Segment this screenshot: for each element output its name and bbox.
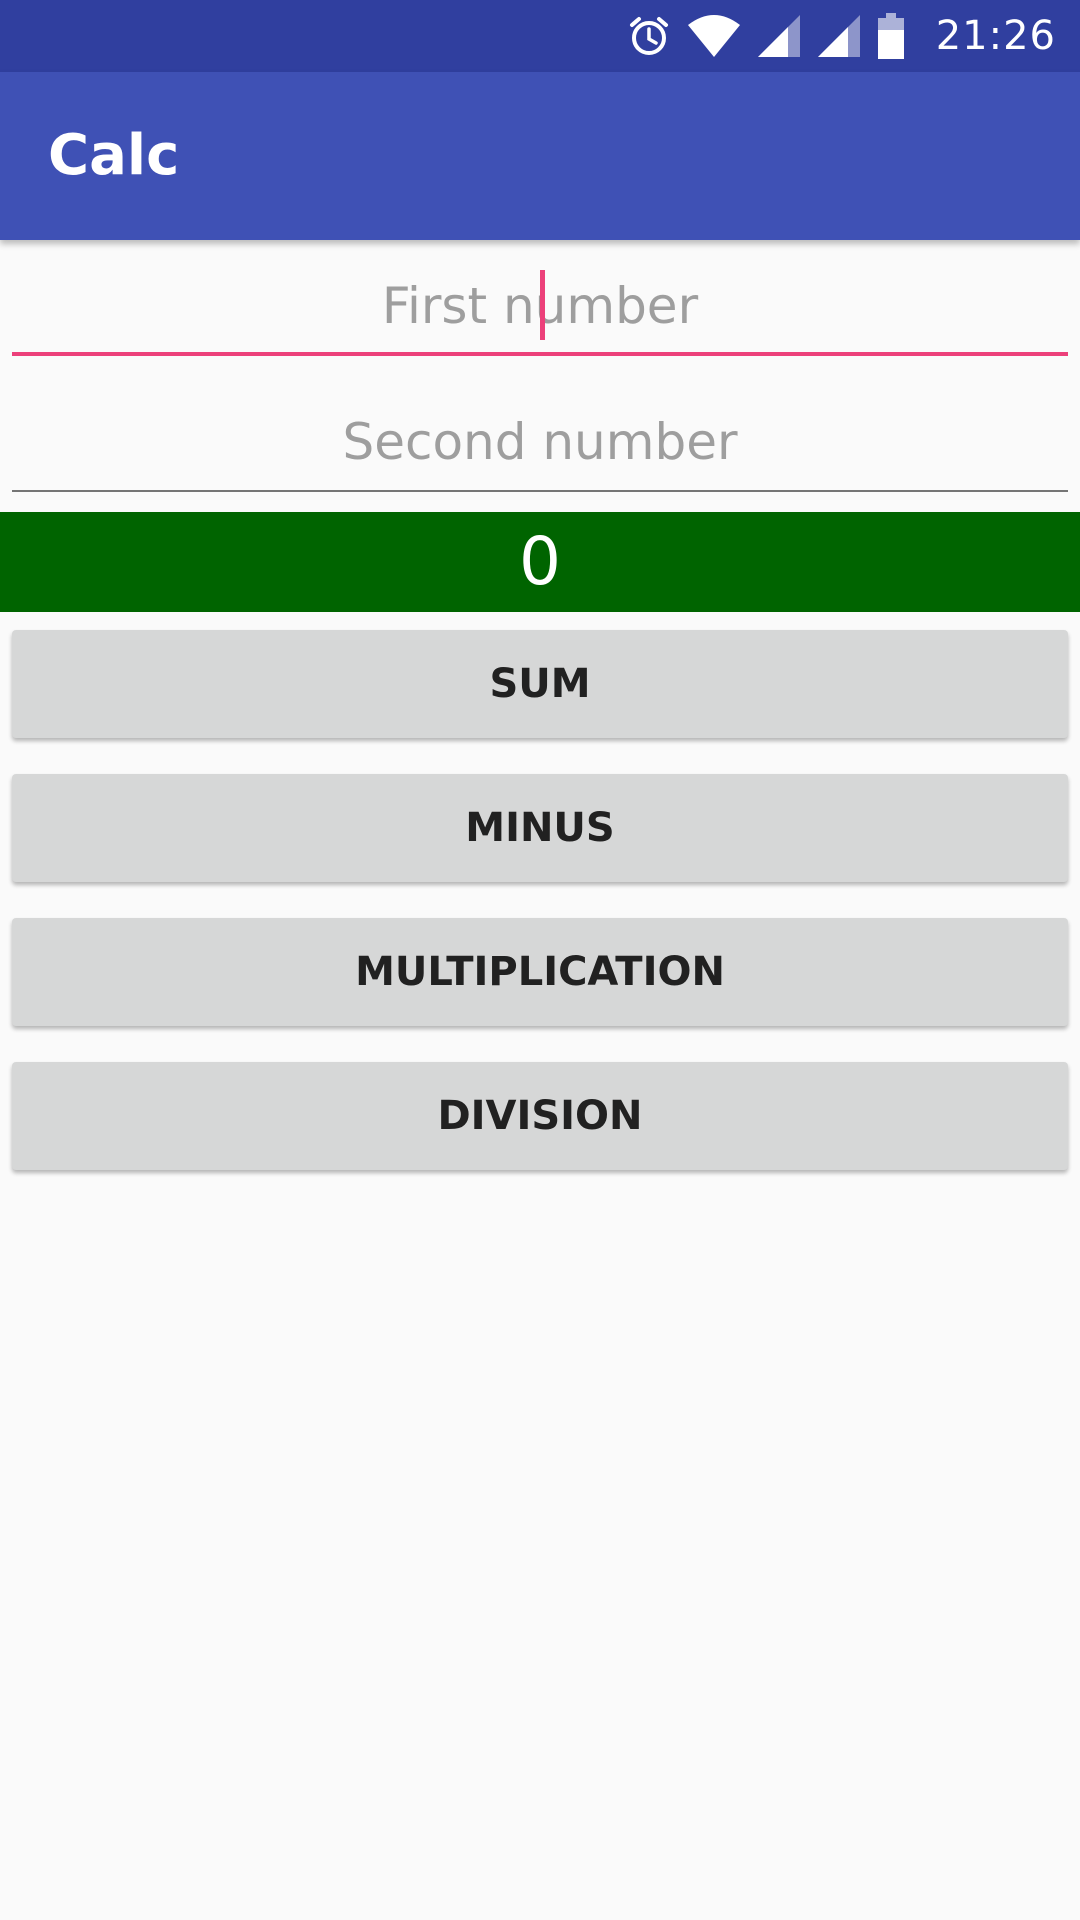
division-button[interactable]: DIVISION [12, 1062, 1068, 1170]
second-number-input[interactable] [12, 392, 1068, 492]
signal-icon [816, 13, 862, 59]
result-display: 0 [0, 512, 1080, 612]
minus-button[interactable]: MINUS [12, 774, 1068, 882]
status-bar: 21:26 [0, 0, 1080, 72]
status-time: 21:26 [935, 13, 1056, 59]
first-number-field[interactable] [12, 256, 1068, 356]
first-number-underline [12, 352, 1068, 356]
sum-button[interactable]: SUM [12, 630, 1068, 738]
text-cursor [540, 270, 545, 340]
wifi-icon [686, 13, 742, 59]
signal-icon [756, 13, 802, 59]
second-number-field[interactable] [12, 392, 1068, 492]
app-bar: Calc [0, 72, 1080, 240]
second-number-underline [12, 490, 1068, 492]
app-title: Calc [48, 123, 180, 188]
status-icons: 21:26 [626, 0, 1056, 72]
multiplication-button[interactable]: MULTIPLICATION [12, 918, 1068, 1026]
battery-icon [876, 13, 906, 59]
alarm-icon [626, 13, 672, 59]
